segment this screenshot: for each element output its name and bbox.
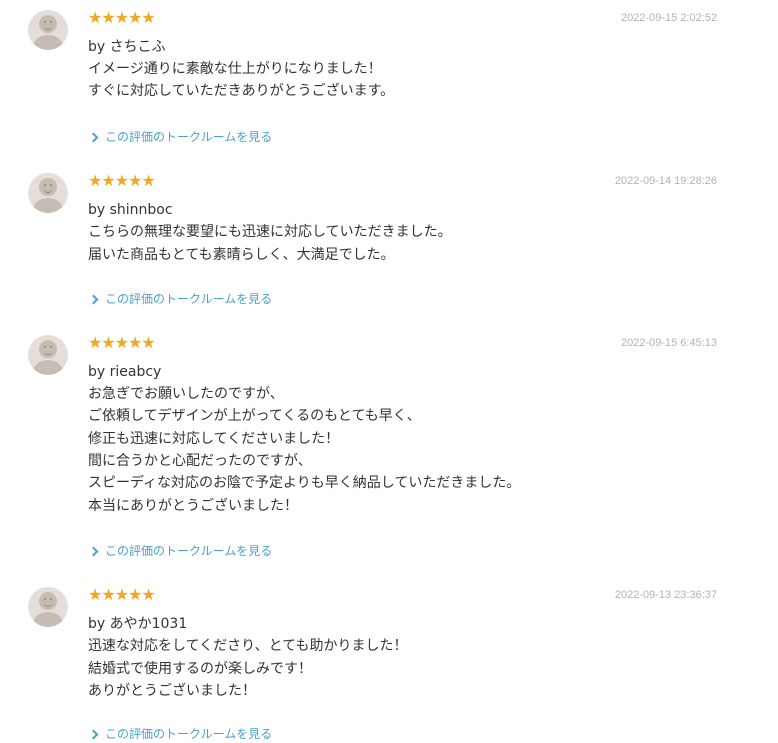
review-text-line: スピーディな対応のお陰で予定よりも早く納品していただきました。 bbox=[88, 475, 521, 491]
star-rating: ★★★★★ bbox=[88, 8, 156, 27]
review-author: by rieabcy bbox=[88, 364, 162, 380]
review-date: 2022-09-13 23:36:37 bbox=[614, 589, 717, 601]
talkroom-link-label: この評価のトークルームを見る bbox=[105, 130, 273, 144]
review-author: by shinnboc bbox=[88, 202, 173, 218]
review-text-line: 修正も迅速に対応してくださいました！ bbox=[88, 431, 340, 447]
review-text-line: 間に合うかと心配だったのですが、 bbox=[88, 453, 312, 469]
star-rating: ★★★★★ bbox=[88, 333, 156, 352]
review-date: 2022-09-14 19:28:26 bbox=[614, 175, 717, 187]
avatar[interactable] bbox=[28, 587, 68, 627]
talkroom-link-label: この評価のトークルームを見る bbox=[105, 544, 273, 558]
talkroom-link[interactable]: この評価のトークルームを見る bbox=[88, 128, 272, 146]
chevron-right-icon bbox=[88, 132, 99, 142]
review-text-line: すぐに対応していただきありがとうございます。 bbox=[88, 83, 395, 99]
talkroom-link[interactable]: この評価のトークルームを見る bbox=[88, 290, 272, 308]
review-text-line: お急ぎでお願いしたのですが、 bbox=[88, 386, 284, 402]
avatar[interactable] bbox=[28, 335, 68, 375]
review-text-line: 迅速な対応をしてくださり、とても助かりました！ bbox=[88, 638, 408, 654]
talkroom-link[interactable]: この評価のトークルームを見る bbox=[88, 725, 272, 743]
talkroom-link-label: この評価のトークルームを見る bbox=[105, 292, 273, 306]
chevron-right-icon bbox=[88, 294, 99, 304]
review-date: 2022-09-15 6:45:13 bbox=[620, 337, 717, 349]
chevron-right-icon bbox=[88, 729, 99, 739]
review-text-line: ご依頼してデザインが上がってくるのもとても早く、 bbox=[88, 408, 421, 424]
review-author: by さちこふ bbox=[88, 39, 166, 55]
review-text-line: 本当にありがとうございました！ bbox=[88, 498, 298, 514]
star-rating: ★★★★★ bbox=[88, 585, 156, 604]
review-text-line: こちらの無理な要望にも迅速に対応していただきました。 bbox=[88, 224, 452, 240]
review-text-line: 届いた商品もとても素晴らしく、大満足でした。 bbox=[88, 247, 395, 263]
avatar[interactable] bbox=[28, 10, 68, 50]
review-date: 2022-09-15 2:02:52 bbox=[620, 12, 717, 24]
review-text-line: 結婚式で使用するのが楽しみです！ bbox=[88, 661, 312, 677]
chevron-right-icon bbox=[88, 546, 99, 556]
review-text-line: ありがとうございました！ bbox=[88, 683, 256, 699]
review-text-line: イメージ通りに素敵な仕上がりになりました！ bbox=[88, 61, 382, 77]
talkroom-link[interactable]: この評価のトークルームを見る bbox=[88, 542, 272, 560]
avatar[interactable] bbox=[28, 173, 68, 213]
review-author: by あやか1031 bbox=[88, 616, 188, 632]
talkroom-link-label: この評価のトークルームを見る bbox=[105, 727, 273, 741]
star-rating: ★★★★★ bbox=[88, 171, 156, 190]
